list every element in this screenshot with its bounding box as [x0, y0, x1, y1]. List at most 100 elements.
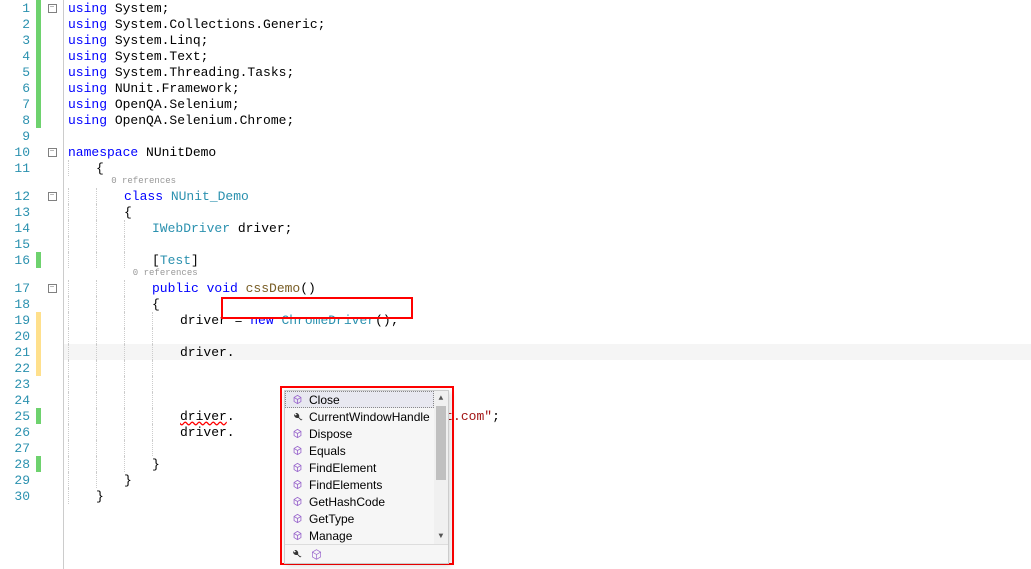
code-token: {: [96, 161, 104, 176]
intellisense-popup[interactable]: CloseCurrentWindowHandleDisposeEqualsFin…: [284, 390, 449, 564]
code-line[interactable]: {: [64, 204, 1031, 220]
code-token: System.Text;: [115, 49, 209, 64]
intellisense-item[interactable]: FindElement: [285, 459, 434, 476]
code-token: NUnitDemo: [146, 145, 216, 160]
code-line[interactable]: using NUnit.Framework;: [64, 80, 1031, 96]
change-marker: [36, 48, 41, 64]
code-line[interactable]: using System.Collections.Generic;: [64, 16, 1031, 32]
scroll-thumb[interactable]: [436, 406, 446, 480]
change-marker: [36, 344, 41, 360]
scroll-down-button[interactable]: ▼: [434, 529, 448, 544]
code-line[interactable]: [Test]: [64, 252, 1031, 268]
code-line[interactable]: [64, 328, 1031, 344]
codelens-references[interactable]: 0 references: [64, 176, 1031, 188]
code-line[interactable]: }: [64, 488, 1031, 504]
change-marker: [36, 176, 41, 188]
indent-guide: [152, 424, 180, 440]
code-line[interactable]: using OpenQA.Selenium.Chrome;: [64, 112, 1031, 128]
indent-guide: [96, 188, 124, 204]
code-line[interactable]: {: [64, 160, 1031, 176]
code-line[interactable]: [64, 236, 1031, 252]
code-line[interactable]: using System.Linq;: [64, 32, 1031, 48]
indent-guide: [96, 456, 124, 472]
code-token: driver: [180, 409, 227, 424]
code-token: }: [96, 489, 104, 504]
code-line[interactable]: using System.Threading.Tasks;: [64, 64, 1031, 80]
fold-column[interactable]: −: [41, 148, 63, 157]
code-line[interactable]: class NUnit_Demo: [64, 188, 1031, 204]
intellisense-item[interactable]: Equals: [285, 442, 434, 459]
intellisense-item[interactable]: GetHashCode: [285, 493, 434, 510]
fold-column[interactable]: −: [41, 4, 63, 13]
gutter-row: 18: [0, 296, 63, 312]
gutter-row: 26: [0, 424, 63, 440]
gutter-row: 20: [0, 328, 63, 344]
intellisense-item[interactable]: Dispose: [285, 425, 434, 442]
change-marker: [36, 32, 41, 48]
intellisense-item-label: GetHashCode: [309, 495, 385, 509]
code-line[interactable]: public void cssDemo(): [64, 280, 1031, 296]
gutter-row: 27: [0, 440, 63, 456]
gutter-row: 5: [0, 64, 63, 80]
line-number: 24: [0, 393, 36, 408]
code-line[interactable]: driver = new ChromeDriver();: [64, 312, 1031, 328]
code-line[interactable]: {: [64, 296, 1031, 312]
code-token: ;: [492, 409, 500, 424]
code-area[interactable]: using System;using System.Collections.Ge…: [64, 0, 1031, 569]
code-line[interactable]: [64, 392, 1031, 408]
code-line[interactable]: [64, 440, 1031, 456]
change-marker: [36, 360, 41, 376]
intellisense-item[interactable]: GetType: [285, 510, 434, 527]
code-line[interactable]: [64, 376, 1031, 392]
codelens-references[interactable]: 0 references: [64, 268, 1031, 280]
gutter-row: 17−: [0, 280, 63, 296]
wrench-icon[interactable]: [289, 547, 303, 561]
intellisense-item[interactable]: Manage: [285, 527, 434, 544]
intellisense-scrollbar[interactable]: ▲ ▼: [434, 391, 448, 544]
code-line[interactable]: IWebDriver driver;: [64, 220, 1031, 236]
scroll-up-button[interactable]: ▲: [434, 391, 448, 406]
indent-guide: [124, 360, 152, 376]
fold-toggle-icon[interactable]: −: [48, 192, 57, 201]
change-marker: [36, 408, 41, 424]
scroll-track[interactable]: [434, 406, 448, 529]
line-number: 19: [0, 313, 36, 328]
code-line[interactable]: [64, 360, 1031, 376]
code-line[interactable]: }: [64, 456, 1031, 472]
change-marker: [36, 220, 41, 236]
fold-column[interactable]: −: [41, 192, 63, 201]
intellisense-item[interactable]: CurrentWindowHandle: [285, 408, 434, 425]
intellisense-item-label: Equals: [309, 444, 346, 458]
code-line[interactable]: }: [64, 472, 1031, 488]
code-token: using: [68, 1, 115, 16]
cube-icon[interactable]: [309, 547, 323, 561]
code-line[interactable]: [64, 128, 1031, 144]
fold-column[interactable]: −: [41, 284, 63, 293]
line-number: 30: [0, 489, 36, 504]
gutter-row: [0, 176, 63, 188]
code-line[interactable]: driver.: [64, 344, 1031, 360]
indent-guide: [152, 376, 180, 392]
fold-toggle-icon[interactable]: −: [48, 4, 57, 13]
code-line[interactable]: driver. latest.com";: [64, 408, 1031, 424]
code-line[interactable]: driver. ();: [64, 424, 1031, 440]
line-number: 20: [0, 329, 36, 344]
line-number: 18: [0, 297, 36, 312]
code-line[interactable]: namespace NUnitDemo: [64, 144, 1031, 160]
code-line[interactable]: using System.Text;: [64, 48, 1031, 64]
change-marker: [36, 204, 41, 220]
property-icon: [289, 409, 305, 425]
fold-toggle-icon[interactable]: −: [48, 148, 57, 157]
indent-guide: [96, 296, 124, 312]
code-line[interactable]: using OpenQA.Selenium;: [64, 96, 1031, 112]
indent-guide: [68, 328, 96, 344]
indent-guide: [96, 376, 124, 392]
code-token: using: [68, 33, 115, 48]
fold-toggle-icon[interactable]: −: [48, 284, 57, 293]
line-number: 11: [0, 161, 36, 176]
code-token: ]: [191, 253, 199, 268]
indent-guide: [124, 236, 152, 252]
intellisense-item[interactable]: Close: [285, 391, 434, 408]
code-line[interactable]: using System;: [64, 0, 1031, 16]
intellisense-item[interactable]: FindElements: [285, 476, 434, 493]
